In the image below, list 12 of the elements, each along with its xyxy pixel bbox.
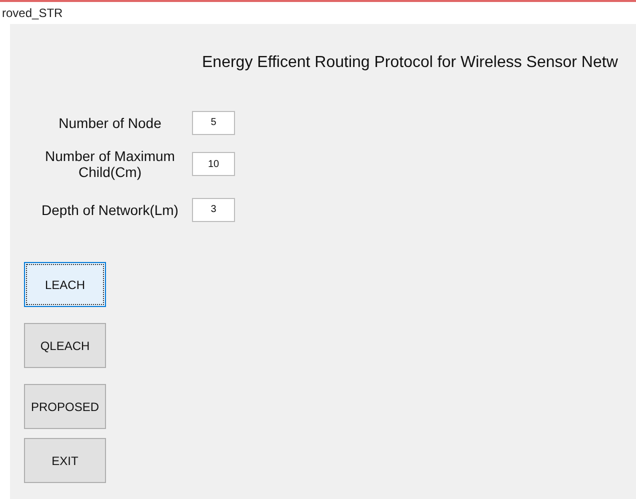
- app-heading: Energy Efficent Routing Protocol for Wireless Sensor Netw: [202, 54, 618, 72]
- action-button[interactable]: PROPOSED: [24, 384, 106, 429]
- field-label: Depth of Network(Lm): [40, 202, 180, 218]
- field-label: Number of Node: [58, 114, 162, 130]
- input-field[interactable]: 3: [192, 198, 235, 222]
- action-button[interactable]: LEACH: [24, 262, 106, 307]
- input-field[interactable]: 10: [192, 152, 235, 176]
- input-field[interactable]: 5: [192, 110, 235, 134]
- action-button[interactable]: EXIT: [24, 438, 106, 483]
- action-button[interactable]: QLEACH: [24, 323, 106, 368]
- field-label: Number of Maximum Child(Cm): [44, 148, 176, 180]
- window-title: roved_STR: [2, 6, 63, 20]
